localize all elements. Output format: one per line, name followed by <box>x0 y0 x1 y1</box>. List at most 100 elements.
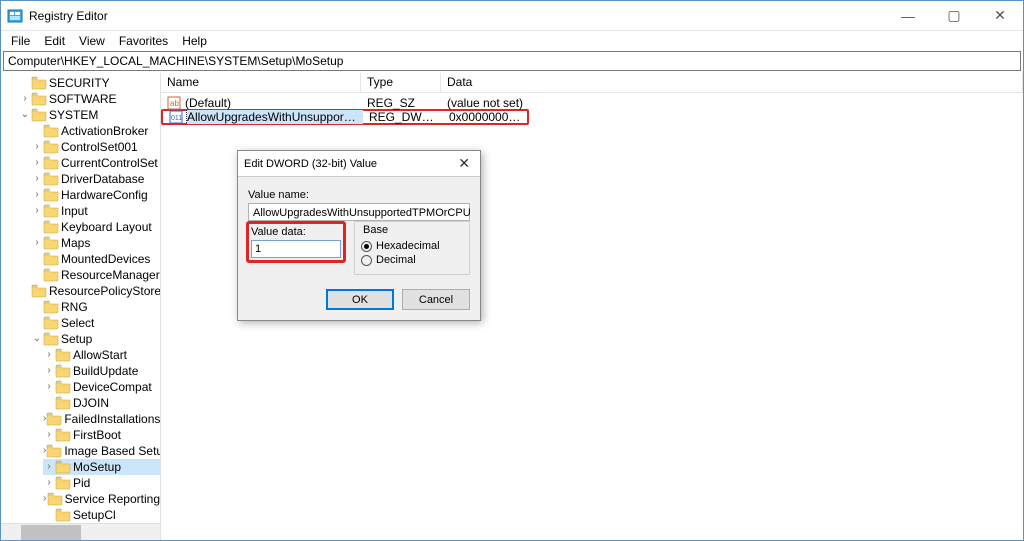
tree-label: DeviceCompat <box>73 379 152 395</box>
tree-horizontal-scrollbar[interactable] <box>1 523 160 540</box>
tree-item[interactable]: ›HardwareConfig <box>31 187 160 203</box>
value-data: (value not set) <box>441 96 1023 110</box>
tree-item[interactable]: ›FailedInstallations <box>43 411 160 427</box>
chevron-icon[interactable]: › <box>31 139 43 155</box>
tree-item[interactable]: ⌄Setup <box>31 331 160 347</box>
tree-item[interactable]: ResourcePolicyStore <box>31 283 160 299</box>
value-name: (Default) <box>185 96 231 110</box>
folder-icon <box>55 460 71 474</box>
tree-item[interactable]: ActivationBroker <box>31 123 160 139</box>
tree-item[interactable]: ›Image Based Setup <box>43 443 160 459</box>
window-title: Registry Editor <box>29 9 108 23</box>
chevron-icon[interactable]: › <box>31 203 43 219</box>
menu-favorites[interactable]: Favorites <box>113 33 174 49</box>
folder-icon <box>31 108 47 122</box>
tree-item[interactable]: SetupCl <box>43 507 160 523</box>
ok-button[interactable]: OK <box>326 289 394 310</box>
tree-label: MoSetup <box>73 459 121 475</box>
scrollbar-thumb[interactable] <box>21 525 81 540</box>
folder-icon <box>46 412 62 426</box>
tree-item[interactable]: ›Pid <box>43 475 160 491</box>
tree-label: DriverDatabase <box>61 171 144 187</box>
value-type: REG_DWORD <box>363 110 443 124</box>
tree-item[interactable]: DJOIN <box>43 395 160 411</box>
value-icon: ab <box>167 96 181 110</box>
tree-label: FirstBoot <box>73 427 121 443</box>
close-button[interactable]: ✕ <box>977 1 1023 30</box>
tree-item[interactable]: ›BuildUpdate <box>43 363 160 379</box>
tree-item[interactable]: › AllowStart <box>43 347 160 363</box>
folder-icon <box>43 172 59 186</box>
value-name-label: Value name: <box>248 189 470 201</box>
col-header-name[interactable]: Name <box>161 73 361 92</box>
chevron-icon[interactable]: › <box>43 427 55 443</box>
chevron-icon[interactable]: › <box>43 379 55 395</box>
radio-dot-icon <box>361 241 372 252</box>
folder-icon <box>31 92 47 106</box>
value-type: REG_SZ <box>361 96 441 110</box>
folder-icon <box>43 220 59 234</box>
cancel-button[interactable]: Cancel <box>402 289 470 310</box>
value-data-label: Value data: <box>251 226 341 238</box>
chevron-icon[interactable]: › <box>31 171 43 187</box>
tree-item[interactable]: MountedDevices <box>31 251 160 267</box>
chevron-icon[interactable]: › <box>19 91 31 107</box>
tree-label: ControlSet001 <box>61 139 138 155</box>
tree-pane[interactable]: SECURITY›SOFTWARE⌄SYSTEM ActivationBroke… <box>1 73 161 540</box>
tree-item[interactable]: ›Maps <box>31 235 160 251</box>
folder-icon <box>47 492 63 506</box>
tree-label: AllowStart <box>73 347 127 363</box>
list-row[interactable]: ab (Default) REG_SZ(value not set) <box>161 95 1023 111</box>
tree-item[interactable]: ResourceManager <box>31 267 160 283</box>
address-bar[interactable]: Computer\HKEY_LOCAL_MACHINE\SYSTEM\Setup… <box>3 51 1021 71</box>
base-legend: Base <box>361 224 390 236</box>
col-header-type[interactable]: Type <box>361 73 441 92</box>
folder-icon <box>55 428 71 442</box>
tree-label: RNG <box>61 299 88 315</box>
menu-view[interactable]: View <box>73 33 111 49</box>
value-data-input[interactable]: 1 <box>251 240 341 258</box>
chevron-icon[interactable]: › <box>43 459 55 475</box>
tree-item[interactable]: ›Input <box>31 203 160 219</box>
tree-item[interactable]: › DeviceCompat <box>43 379 160 395</box>
tree-item[interactable]: SECURITY <box>19 75 160 91</box>
tree-item[interactable]: ⌄SYSTEM <box>19 107 160 123</box>
folder-icon <box>55 364 71 378</box>
chevron-icon[interactable]: ⌄ <box>19 107 31 123</box>
menu-file[interactable]: File <box>5 33 36 49</box>
tree-label: Image Based Setup <box>64 443 161 459</box>
minimize-button[interactable]: — <box>885 1 931 30</box>
chevron-icon[interactable]: › <box>43 347 55 363</box>
dialog-titlebar[interactable]: Edit DWORD (32-bit) Value ✕ <box>238 151 480 177</box>
tree-item[interactable]: ›Service Reporting <box>43 491 160 507</box>
tree-item[interactable]: › DriverDatabase <box>31 171 160 187</box>
chevron-icon[interactable]: ⌄ <box>31 331 43 347</box>
maximize-button[interactable]: ▢ <box>931 1 977 30</box>
folder-icon <box>43 156 59 170</box>
tree-item[interactable]: ›CurrentControlSet <box>31 155 160 171</box>
chevron-icon[interactable]: › <box>31 187 43 203</box>
chevron-icon[interactable]: › <box>31 155 43 171</box>
tree-item[interactable]: › FirstBoot <box>43 427 160 443</box>
dialog-close-icon[interactable]: ✕ <box>454 155 474 172</box>
tree-item[interactable]: Select <box>31 315 160 331</box>
tree-item[interactable]: RNG <box>31 299 160 315</box>
chevron-icon[interactable]: › <box>43 363 55 379</box>
chevron-icon[interactable]: › <box>43 475 55 491</box>
tree-label: SOFTWARE <box>49 91 117 107</box>
window-controls: — ▢ ✕ <box>885 1 1023 30</box>
radio-hexadecimal[interactable]: Hexadecimal <box>361 240 463 252</box>
menu-edit[interactable]: Edit <box>38 33 71 49</box>
chevron-icon[interactable]: › <box>31 235 43 251</box>
tree-item[interactable]: › ControlSet001 <box>31 139 160 155</box>
col-header-data[interactable]: Data <box>441 73 1023 92</box>
tree-item[interactable]: › MoSetup <box>43 459 160 475</box>
tree-item[interactable]: › SOFTWARE <box>19 91 160 107</box>
tree-label: Select <box>61 315 94 331</box>
tree-item[interactable]: Keyboard Layout <box>31 219 160 235</box>
folder-icon <box>43 188 59 202</box>
menu-help[interactable]: Help <box>176 33 213 49</box>
radio-decimal[interactable]: Decimal <box>361 254 463 266</box>
value-name-field: AllowUpgradesWithUnsupportedTPMOrCPU <box>248 203 470 221</box>
list-row[interactable]: 011AllowUpgradesWithUnsupportedTPMOrCPUR… <box>161 109 529 125</box>
